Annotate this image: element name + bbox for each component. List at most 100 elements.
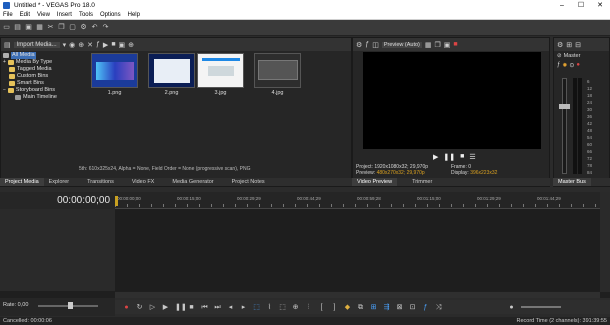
menu-tools[interactable]: Tools	[79, 12, 93, 18]
record-icon[interactable]: ■	[453, 41, 457, 48]
ignore-grouping-icon[interactable]: ⊡	[409, 304, 416, 311]
menu-edit[interactable]: Edit	[20, 12, 30, 18]
play-icon[interactable]: ▶	[103, 41, 108, 49]
track-area[interactable]	[115, 209, 600, 291]
mute-icon[interactable]: ⊘	[557, 53, 562, 59]
record-icon[interactable]: ●	[123, 304, 130, 311]
media-thumbnail[interactable]	[197, 53, 244, 88]
auto-ripple-icon[interactable]: ⇶	[383, 304, 390, 311]
tab-video-preview[interactable]: Video Preview	[352, 178, 398, 186]
redo-icon[interactable]: ↷	[102, 24, 109, 31]
prev-frame-icon[interactable]: ◂	[227, 304, 234, 311]
tree-item-storyboard-bins[interactable]: − Storyboard Bins	[3, 87, 76, 94]
cut-icon[interactable]: ✂	[47, 24, 54, 31]
stop-icon[interactable]: ■	[188, 304, 195, 311]
envelope-icon[interactable]: ⌇	[266, 304, 273, 311]
copy-snapshot-icon[interactable]: ❐	[435, 41, 441, 49]
remove-icon[interactable]: ✕	[87, 41, 93, 49]
render-icon[interactable]: ▦	[36, 24, 43, 31]
tree-item-media-by-type[interactable]: + Media By Type	[3, 59, 76, 66]
video-fx-icon[interactable]: ƒ	[365, 41, 369, 48]
solo-icon[interactable]: ⊙	[569, 62, 574, 69]
master-fader-handle[interactable]	[559, 104, 570, 109]
settings-icon[interactable]: ⚙	[80, 24, 87, 31]
normal-edit-icon[interactable]: ⬚	[253, 304, 260, 311]
tab-master-bus[interactable]: Master Bus	[553, 178, 591, 186]
media-thumbnail[interactable]	[91, 53, 138, 88]
auto-preview-icon[interactable]: ▣	[119, 41, 126, 49]
next-frame-icon[interactable]: ▸	[240, 304, 247, 311]
tab-trimmer[interactable]: Trimmer	[407, 178, 437, 186]
region-icon[interactable]: ⧉	[357, 304, 364, 311]
event-fx-icon[interactable]: ƒ	[422, 304, 429, 311]
capture-icon[interactable]: ◉	[69, 41, 75, 49]
get-media-icon[interactable]: ⊕	[78, 41, 84, 49]
overlay-icon[interactable]: ▦	[425, 41, 432, 49]
loop-icon[interactable]: ☰	[469, 153, 475, 161]
play-icon[interactable]: ▶	[162, 304, 169, 311]
copy-icon[interactable]: ❐	[58, 24, 65, 31]
tree-item-tagged-media[interactable]: Tagged Media	[3, 66, 76, 73]
lock-envelopes-icon[interactable]: ⊠	[396, 304, 403, 311]
new-project-icon[interactable]: ▭	[3, 24, 10, 31]
save-snapshot-icon[interactable]: ▣	[444, 41, 451, 49]
minimize-button[interactable]: –	[552, 0, 572, 11]
rate-slider-handle[interactable]	[68, 302, 73, 309]
zoom-icon[interactable]: ⊕	[128, 41, 134, 49]
zoom-icon[interactable]: ⊕	[292, 304, 299, 311]
media-thumbnail[interactable]	[148, 53, 195, 88]
loop-icon[interactable]: ↻	[136, 304, 143, 311]
stop-icon[interactable]: ■	[111, 41, 115, 48]
import-media-dropdown[interactable]: Import Media...	[13, 41, 60, 48]
tree-item-smart-bins[interactable]: Smart Bins	[3, 80, 76, 87]
add-bus-icon[interactable]: ⊞	[566, 41, 572, 49]
mixer-settings-icon[interactable]: ⚙	[557, 41, 563, 49]
tab-explorer[interactable]: Explorer	[44, 178, 74, 186]
import-media-icon[interactable]: ▤	[4, 41, 11, 49]
playhead-position-icon[interactable]: ●	[508, 304, 515, 311]
timeline-vscroll[interactable]	[600, 192, 610, 292]
open-icon[interactable]: ▤	[14, 24, 21, 31]
split-icon[interactable]: ⫶	[305, 304, 312, 311]
snap-icon[interactable]: ⊞	[370, 304, 377, 311]
paste-icon[interactable]: ▢	[69, 24, 76, 31]
playhead-marker[interactable]	[115, 196, 118, 206]
play-from-start-icon[interactable]: ▷	[149, 304, 156, 311]
tab-project-media[interactable]: Project Media	[0, 178, 44, 186]
split-screen-icon[interactable]: ◫	[372, 41, 379, 49]
tree-item-all-media[interactable]: All Media	[3, 52, 76, 59]
trim-end-icon[interactable]: ]	[331, 304, 338, 311]
tab-video-fx[interactable]: Video FX	[127, 178, 160, 186]
timeline-ruler[interactable]: 00:00:00;00 00:00:15;00 00:00:29;29 00:0…	[115, 192, 600, 209]
undo-icon[interactable]: ↶	[91, 24, 98, 31]
maximize-button[interactable]: ☐	[571, 0, 591, 11]
menu-view[interactable]: View	[37, 12, 50, 18]
record-arm-icon[interactable]: ●	[576, 62, 580, 69]
selection-icon[interactable]: ⬚	[279, 304, 286, 311]
go-to-start-icon[interactable]: ⏮	[201, 304, 208, 311]
chevron-down-icon[interactable]: ▾	[63, 41, 67, 49]
fx-icon[interactable]: ƒ	[557, 62, 560, 69]
media-fx-icon[interactable]: ƒ	[96, 41, 100, 48]
media-thumbnail[interactable]	[254, 53, 301, 88]
preview-settings-icon[interactable]: ⚙	[356, 41, 362, 49]
trim-start-icon[interactable]: [	[318, 304, 325, 311]
marker-icon[interactable]: ◆	[344, 304, 351, 311]
pause-icon[interactable]: ❚❚	[443, 153, 455, 161]
menu-help[interactable]: Help	[128, 12, 140, 18]
sun-icon[interactable]: ✹	[562, 62, 567, 69]
tree-item-main-timeline[interactable]: Main Timeline	[3, 94, 76, 101]
play-icon[interactable]: ▶	[433, 153, 438, 161]
tree-item-custom-bins[interactable]: Custom Bins	[3, 73, 76, 80]
tab-transitions[interactable]: Transitions	[82, 178, 119, 186]
remove-bus-icon[interactable]: ⊟	[575, 41, 581, 49]
menu-insert[interactable]: Insert	[57, 12, 72, 18]
go-to-end-icon[interactable]: ⏭	[214, 304, 221, 311]
close-button[interactable]: ✕	[590, 0, 610, 11]
stop-icon[interactable]: ■	[460, 153, 464, 161]
tab-media-generator[interactable]: Media Generator	[167, 178, 218, 186]
tab-project-notes[interactable]: Project Notes	[227, 178, 270, 186]
menu-options[interactable]: Options	[100, 12, 121, 18]
save-icon[interactable]: ▣	[25, 24, 32, 31]
pause-icon[interactable]: ❚❚	[175, 304, 187, 311]
